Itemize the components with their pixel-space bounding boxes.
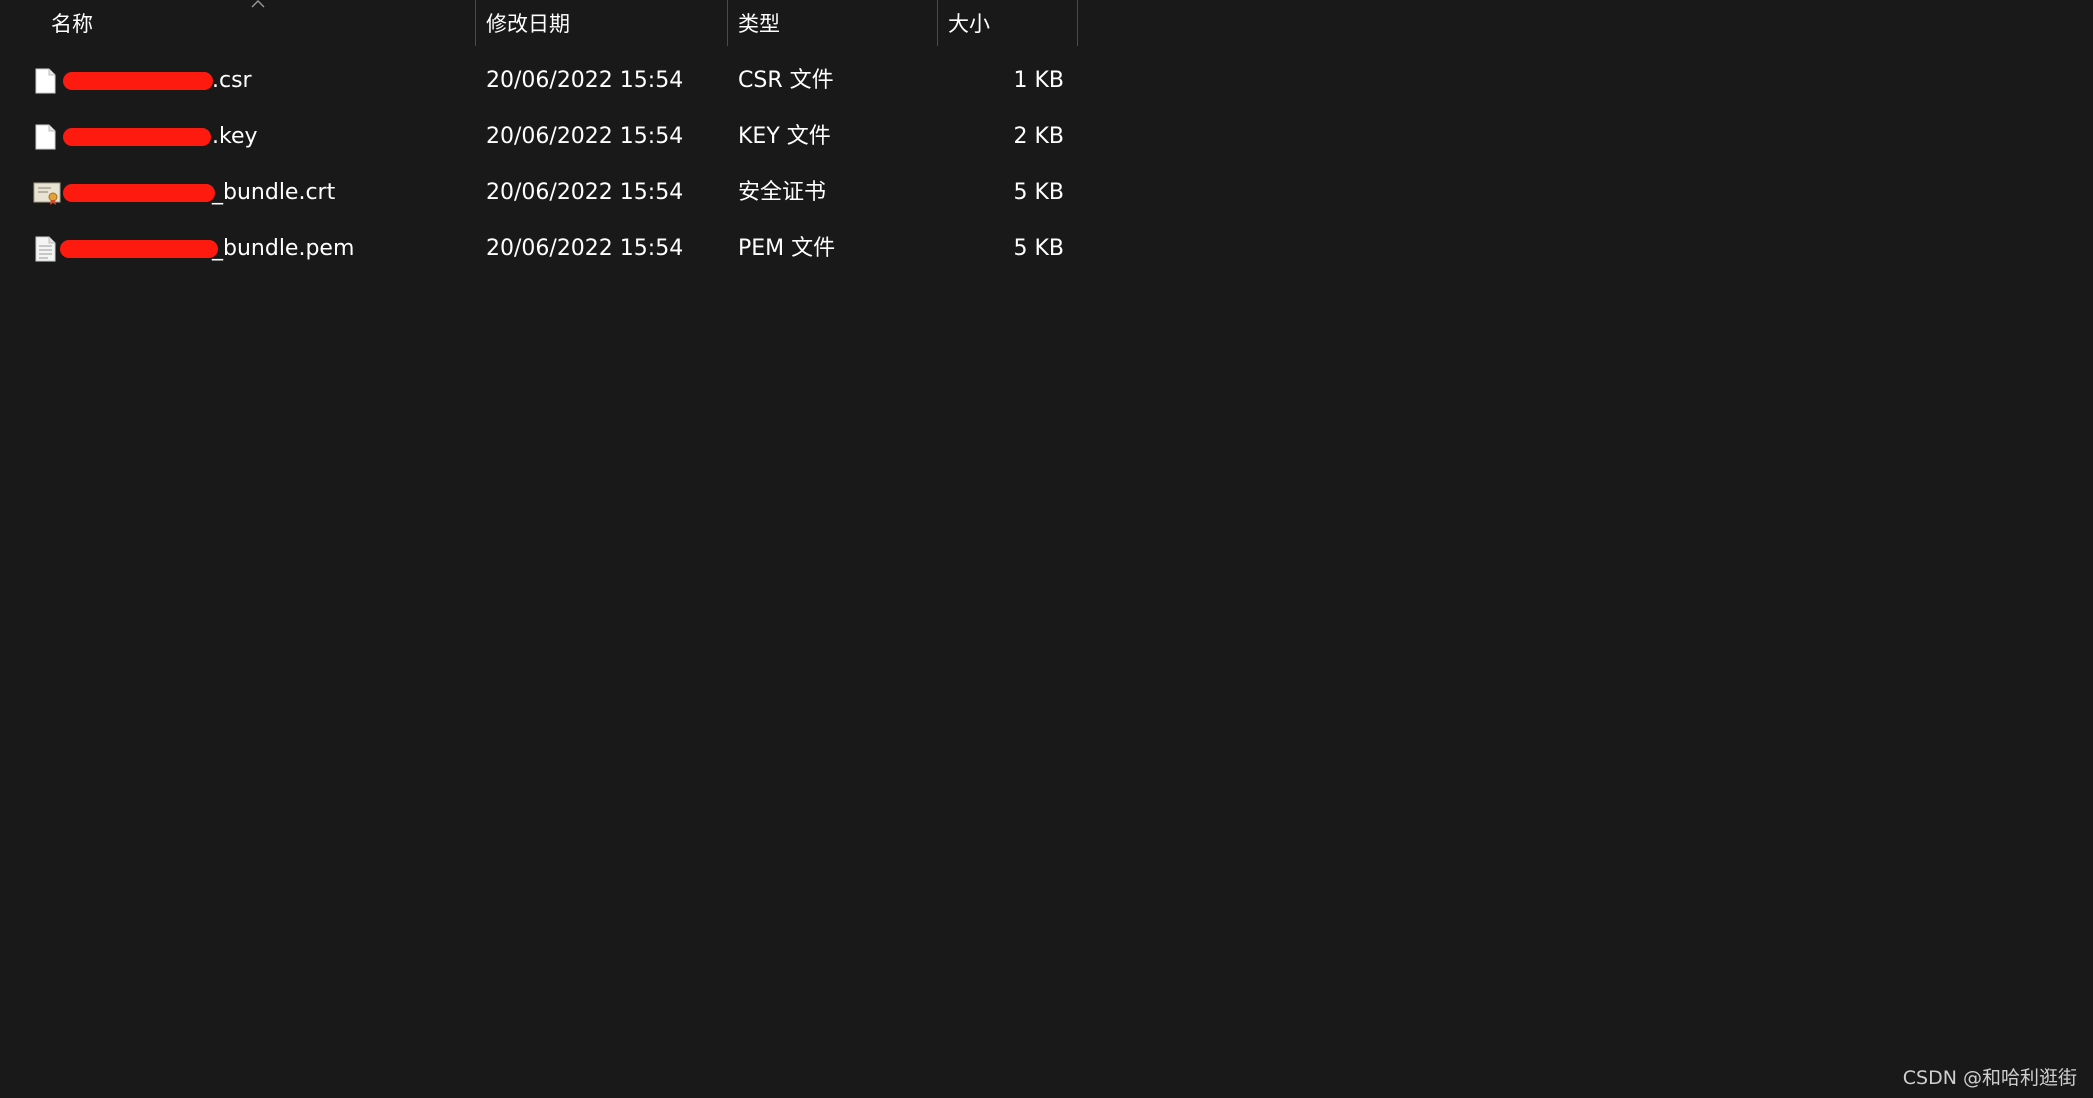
file-size: 5 KB: [1013, 236, 1064, 261]
file-modified-date: 20/06/2022 15:54: [486, 236, 684, 261]
chevron-up-icon: [251, 0, 265, 8]
redaction-mark: [63, 184, 215, 202]
column-header-type-label: 类型: [738, 12, 780, 36]
column-header-date-label: 修改日期: [486, 12, 570, 36]
column-header-name[interactable]: 名称: [0, 0, 475, 46]
column-header-type[interactable]: 类型: [727, 0, 937, 46]
file-name: .csr: [212, 68, 252, 93]
file-row[interactable]: _bundle.pem 20/06/2022 15:54 PEM 文件 5 KB: [0, 223, 1080, 275]
file-size: 1 KB: [1013, 68, 1064, 93]
column-header-size[interactable]: 大小: [937, 0, 1077, 46]
file-row[interactable]: .key 20/06/2022 15:54 KEY 文件 2 KB: [0, 111, 1080, 163]
text-file-icon: [35, 236, 56, 262]
file-type: CSR 文件: [738, 68, 834, 93]
file-size: 2 KB: [1013, 124, 1064, 149]
redaction-mark: [63, 72, 213, 90]
column-header-date[interactable]: 修改日期: [475, 0, 727, 46]
blank-file-icon: [35, 68, 56, 94]
column-header-size-label: 大小: [948, 12, 990, 36]
blank-file-icon: [35, 124, 56, 150]
column-header: 名称 修改日期 类型 大小: [0, 0, 1080, 46]
file-row[interactable]: _bundle.crt 20/06/2022 15:54 安全证书 5 KB: [0, 167, 1080, 219]
column-divider[interactable]: [1077, 0, 1078, 46]
file-name: _bundle.pem: [212, 236, 355, 261]
file-size: 5 KB: [1013, 180, 1064, 205]
certificate-icon: [33, 182, 61, 205]
file-modified-date: 20/06/2022 15:54: [486, 68, 684, 93]
file-type: KEY 文件: [738, 124, 831, 149]
file-modified-date: 20/06/2022 15:54: [486, 180, 684, 205]
column-header-name-label: 名称: [51, 12, 93, 36]
file-row[interactable]: .csr 20/06/2022 15:54 CSR 文件 1 KB: [0, 55, 1080, 107]
file-name: .key: [212, 124, 258, 149]
file-type: PEM 文件: [738, 236, 836, 261]
watermark: CSDN @和哈利逛街: [1902, 1067, 2077, 1089]
file-name: _bundle.crt: [212, 180, 336, 205]
redaction-mark: [60, 240, 218, 258]
redaction-mark: [63, 128, 211, 146]
file-type: 安全证书: [738, 180, 827, 205]
file-modified-date: 20/06/2022 15:54: [486, 124, 684, 149]
